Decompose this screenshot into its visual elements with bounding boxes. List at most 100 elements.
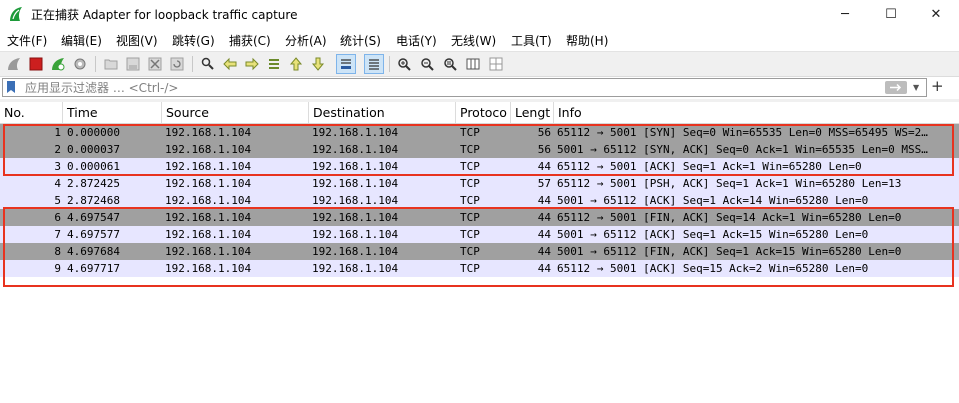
toolbar-separator (95, 56, 96, 72)
zoom-in-icon[interactable] (395, 55, 413, 73)
menu-analyze[interactable]: 分析(A) (285, 32, 327, 49)
column-header-destination[interactable]: Destination (309, 102, 456, 123)
menu-wireless[interactable]: 无线(W) (451, 32, 496, 49)
packet-row[interactable]: 2 0.000037 192.168.1.104 192.168.1.104 T… (0, 141, 959, 158)
minimize-icon: ─ (841, 7, 849, 22)
display-filter-input[interactable] (25, 79, 875, 96)
wireshark-fin-icon (10, 7, 22, 21)
go-back-icon[interactable] (221, 55, 239, 73)
title-bar: 正在捕获 Adapter for loopback traffic captur… (0, 0, 959, 29)
apply-filter-button[interactable] (885, 81, 907, 94)
packet-source: 192.168.1.104 (165, 160, 252, 173)
go-forward-icon[interactable] (243, 55, 261, 73)
packet-destination: 192.168.1.104 (312, 262, 399, 275)
packet-info: 65112 → 5001 [FIN, ACK] Seq=14 Ack=1 Win… (557, 211, 902, 224)
menu-tools[interactable]: 工具(T) (511, 32, 552, 49)
packet-source: 192.168.1.104 (165, 177, 252, 190)
packet-row[interactable]: 6 4.697547 192.168.1.104 192.168.1.104 T… (0, 209, 959, 226)
start-capture-icon[interactable] (5, 55, 23, 73)
arrow-right-icon (890, 83, 902, 92)
packet-time: 4.697577 (67, 228, 120, 241)
packet-row[interactable]: 7 4.697577 192.168.1.104 192.168.1.104 T… (0, 226, 959, 243)
packet-info: 5001 → 65112 [FIN, ACK] Seq=1 Ack=15 Win… (557, 245, 902, 258)
close-file-icon[interactable] (146, 55, 164, 73)
packet-destination: 192.168.1.104 (312, 143, 399, 156)
packet-source: 192.168.1.104 (165, 126, 252, 139)
auto-scroll-icon[interactable] (336, 54, 356, 74)
open-file-icon[interactable] (102, 55, 120, 73)
column-header-time[interactable]: Time (63, 102, 162, 123)
go-to-packet-icon[interactable] (265, 55, 283, 73)
packet-source: 192.168.1.104 (165, 211, 252, 224)
column-header-info[interactable]: Info (554, 102, 959, 123)
menu-go[interactable]: 跳转(G) (172, 32, 215, 49)
add-filter-button[interactable]: + (931, 77, 944, 95)
colorize-icon[interactable] (364, 54, 384, 74)
maximize-icon: ☐ (885, 7, 897, 22)
go-last-icon[interactable] (309, 55, 327, 73)
restart-capture-icon[interactable] (49, 55, 67, 73)
column-header-no[interactable]: No. (0, 102, 63, 123)
menu-capture[interactable]: 捕获(C) (229, 32, 271, 49)
toolbar-separator (192, 56, 193, 72)
save-file-icon[interactable] (124, 55, 142, 73)
packet-no: 9 (54, 262, 61, 275)
minimize-button[interactable]: ─ (822, 0, 868, 29)
packet-row[interactable]: 1 0.000000 192.168.1.104 192.168.1.104 T… (0, 124, 959, 141)
packet-length: 57 (537, 177, 551, 190)
packet-info: 65112 → 5001 [PSH, ACK] Seq=1 Ack=1 Win=… (557, 177, 902, 190)
packet-source: 192.168.1.104 (165, 262, 252, 275)
packet-protocol: TCP (460, 228, 480, 241)
packet-row[interactable]: 4 2.872425 192.168.1.104 192.168.1.104 T… (0, 175, 959, 192)
packet-time: 4.697684 (67, 245, 120, 258)
menu-telephony[interactable]: 电话(Y) (396, 32, 437, 49)
menu-help[interactable]: 帮助(H) (566, 32, 608, 49)
column-header-protocol[interactable]: Protoco (456, 102, 511, 123)
packet-time: 0.000000 (67, 126, 120, 139)
packet-row[interactable]: 8 4.697684 192.168.1.104 192.168.1.104 T… (0, 243, 959, 260)
packet-length: 44 (537, 228, 551, 241)
resize-columns-icon[interactable] (464, 55, 482, 73)
packet-source: 192.168.1.104 (165, 194, 252, 207)
close-icon: ✕ (930, 7, 942, 22)
packet-row[interactable]: 5 2.872468 192.168.1.104 192.168.1.104 T… (0, 192, 959, 209)
find-packet-icon[interactable] (199, 55, 217, 73)
column-header-length[interactable]: Lengt (511, 102, 554, 123)
packet-time: 2.872425 (67, 177, 120, 190)
packet-length: 44 (537, 245, 551, 258)
bookmark-icon[interactable] (6, 81, 16, 94)
zoom-out-icon[interactable] (418, 55, 436, 73)
close-button[interactable]: ✕ (913, 0, 959, 29)
packet-list-header: No. Time Source Destination Protoco Leng… (0, 102, 959, 124)
maximize-button[interactable]: ☐ (868, 0, 914, 29)
packet-protocol: TCP (460, 143, 480, 156)
packet-no: 4 (54, 177, 61, 190)
packet-no: 8 (54, 245, 61, 258)
menu-view[interactable]: 视图(V) (116, 32, 158, 49)
menu-statistics[interactable]: 统计(S) (340, 32, 381, 49)
packet-row[interactable]: 9 4.697717 192.168.1.104 192.168.1.104 T… (0, 260, 959, 277)
packet-length: 44 (537, 262, 551, 275)
packet-time: 0.000037 (67, 143, 120, 156)
layout-grid-icon[interactable] (487, 55, 505, 73)
packet-time: 2.872468 (67, 194, 120, 207)
packet-destination: 192.168.1.104 (312, 211, 399, 224)
packet-info: 65112 → 5001 [ACK] Seq=1 Ack=1 Win=65280… (557, 160, 862, 173)
menu-file[interactable]: 文件(F) (7, 32, 47, 49)
packet-row[interactable]: 3 0.000061 192.168.1.104 192.168.1.104 T… (0, 158, 959, 175)
window-title: 正在捕获 Adapter for loopback traffic captur… (31, 8, 298, 22)
menu-edit[interactable]: 编辑(E) (61, 32, 102, 49)
packet-source: 192.168.1.104 (165, 245, 252, 258)
chevron-down-icon[interactable]: ▼ (913, 83, 919, 92)
column-header-source[interactable]: Source (162, 102, 309, 123)
packet-protocol: TCP (460, 126, 480, 139)
capture-options-icon[interactable] (71, 55, 89, 73)
packet-info: 5001 → 65112 [SYN, ACK] Seq=0 Ack=1 Win=… (557, 143, 928, 156)
packet-time: 0.000061 (67, 160, 120, 173)
packet-source: 192.168.1.104 (165, 228, 252, 241)
reload-file-icon[interactable] (168, 55, 186, 73)
stop-capture-icon[interactable] (27, 55, 45, 73)
go-first-icon[interactable] (287, 55, 305, 73)
packet-protocol: TCP (460, 160, 480, 173)
normal-size-icon[interactable] (441, 55, 459, 73)
